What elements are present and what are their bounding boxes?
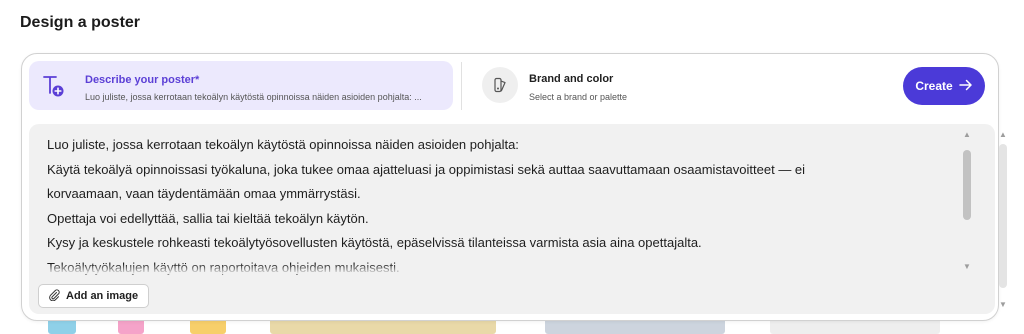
poster-description-textarea[interactable]: Luo juliste, jossa kerrotaan tekoälyn kä… [29,124,995,314]
outer-scroll-down-icon[interactable]: ▼ [992,300,1014,310]
add-image-button[interactable]: Add an image [38,284,150,308]
outer-scroll-up-icon[interactable]: ▲ [992,130,1014,140]
create-button-label: Create [915,79,953,93]
tab-brand-and-color[interactable]: Brand and color Select a brand or palett… [474,61,894,110]
arrow-right-icon [958,79,973,94]
scroll-up-icon[interactable]: ▲ [956,130,978,140]
add-image-label: Add an image [66,290,139,302]
tab-describe-poster[interactable]: Describe your poster* Luo juliste, jossa… [29,61,453,110]
tab-brand-subtitle: Select a brand or palette [529,92,628,102]
prompt-line: Käytä tekoälyä opinnoissasi työkaluna, j… [47,161,806,177]
tab-describe-title: Describe your poster* [85,74,200,86]
tab-divider [461,62,462,110]
swatch-icon [482,67,518,103]
outer-scrollbar[interactable]: ▲ ▼ [992,124,1016,314]
poster-description-text: Luo juliste, jossa kerrotaan tekoälyn kä… [47,133,947,280]
prompt-line: korvaamaan, vaan täydentämään omaa ymmär… [47,186,361,201]
tab-describe-subtitle: Luo juliste, jossa kerrotaan tekoälyn kä… [85,92,422,102]
poster-prompt-card: Describe your poster* Luo juliste, jossa… [21,53,1007,321]
tab-brand-title: Brand and color [529,73,614,85]
prompt-line: Kysy ja keskustele rohkeasti tekoälytyös… [47,235,702,250]
create-button[interactable]: Create [903,67,985,105]
page-title: Design a poster [20,14,141,31]
prompt-line: Opettaja voi edellyttää, sallia tai kiel… [47,210,369,226]
textarea-scrollbar[interactable]: ▲ ▼ [956,130,978,308]
paperclip-icon [48,288,60,304]
outer-scrollbar-track[interactable] [999,144,1007,288]
text-sparkle-icon [40,73,66,99]
prompt-line: Luo juliste, jossa kerrotaan tekoälyn kä… [47,137,519,152]
scroll-down-icon[interactable]: ▼ [956,262,978,272]
scrollbar-thumb[interactable] [963,150,971,220]
text-fade-overlay [29,264,969,274]
